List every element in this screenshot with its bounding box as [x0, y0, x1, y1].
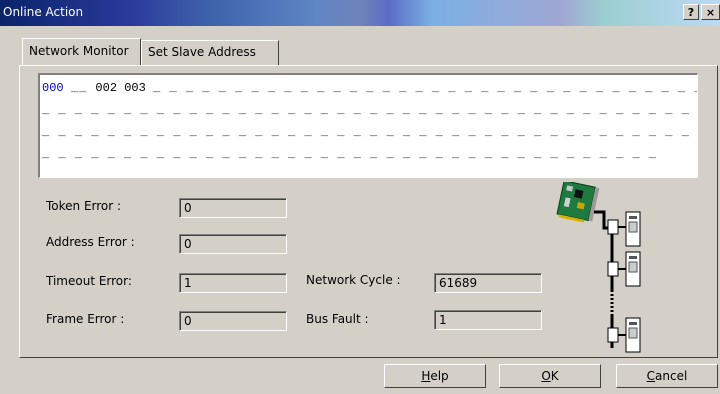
title-bar[interactable]: Online Action ? × [0, 0, 720, 26]
cancel-button[interactable]: Cancel [616, 364, 718, 388]
network-cycle-field: 61689 [434, 273, 542, 293]
network-monitor-display: 000 __ 002 003 _ _ _ _ _ _ _ _ _ _ _ _ _… [38, 73, 698, 178]
ok-hotkey: O [541, 369, 551, 383]
monitor-line-3: _ _ _ _ _ _ _ _ _ _ _ _ _ _ _ _ _ _ _ _ … [42, 125, 697, 139]
station-000: 000 [42, 81, 64, 95]
close-title-button[interactable]: × [701, 4, 720, 20]
help-hotkey: H [421, 369, 431, 383]
ok-button[interactable]: OK [499, 364, 601, 388]
dash-separator: _ _ _ _ _ _ _ _ _ _ _ _ _ _ _ _ _ _ _ _ … [153, 81, 698, 95]
window-title: Online Action [3, 5, 84, 19]
frame-error-label: Frame Error : [46, 312, 125, 326]
address-error-label: Address Error : [46, 235, 135, 249]
timeout-error-label: Timeout Error: [46, 274, 132, 288]
dash-separator: _ _ _ _ _ _ _ _ _ _ _ _ _ _ _ _ _ _ _ _ … [42, 103, 697, 117]
cancel-hotkey: C [646, 369, 656, 383]
ok-button-label: K [550, 369, 559, 383]
network-cycle-label: Network Cycle : [306, 273, 401, 287]
dash-separator: __ [70, 81, 96, 95]
frame-error-field: 0 [179, 311, 287, 331]
dash-separator: _ _ _ _ _ _ _ _ _ _ _ _ _ _ _ _ _ _ _ _ … [42, 147, 658, 161]
address-error-field: 0 [179, 234, 287, 254]
token-error-field: 0 [179, 198, 287, 218]
station-list: 002 003 [95, 81, 146, 95]
help-title-button[interactable]: ? [683, 4, 699, 20]
help-button[interactable]: Help [384, 364, 486, 388]
bus-fault-label: Bus Fault : [306, 312, 369, 326]
monitor-line-1: 000 __ 002 003 _ _ _ _ _ _ _ _ _ _ _ _ _… [42, 81, 698, 95]
bus-fault-field: 1 [434, 310, 542, 330]
online-action-dialog: Online Action ? × Network Monitor Set Sl… [0, 0, 720, 394]
network-topology-icon [556, 182, 641, 353]
tab-set-slave-address[interactable]: Set Slave Address [141, 40, 279, 65]
tab-network-monitor[interactable]: Network Monitor [22, 38, 141, 65]
monitor-line-4: _ _ _ _ _ _ _ _ _ _ _ _ _ _ _ _ _ _ _ _ … [42, 147, 657, 161]
cancel-button-label: ancel [655, 369, 688, 383]
help-button-label: elp [430, 369, 449, 383]
token-error-label: Token Error : [46, 199, 122, 213]
dash-separator: _ _ _ _ _ _ _ _ _ _ _ _ _ _ _ _ _ _ _ _ … [42, 125, 697, 139]
monitor-line-2: _ _ _ _ _ _ _ _ _ _ _ _ _ _ _ _ _ _ _ _ … [42, 103, 697, 117]
timeout-error-field: 1 [179, 273, 287, 293]
